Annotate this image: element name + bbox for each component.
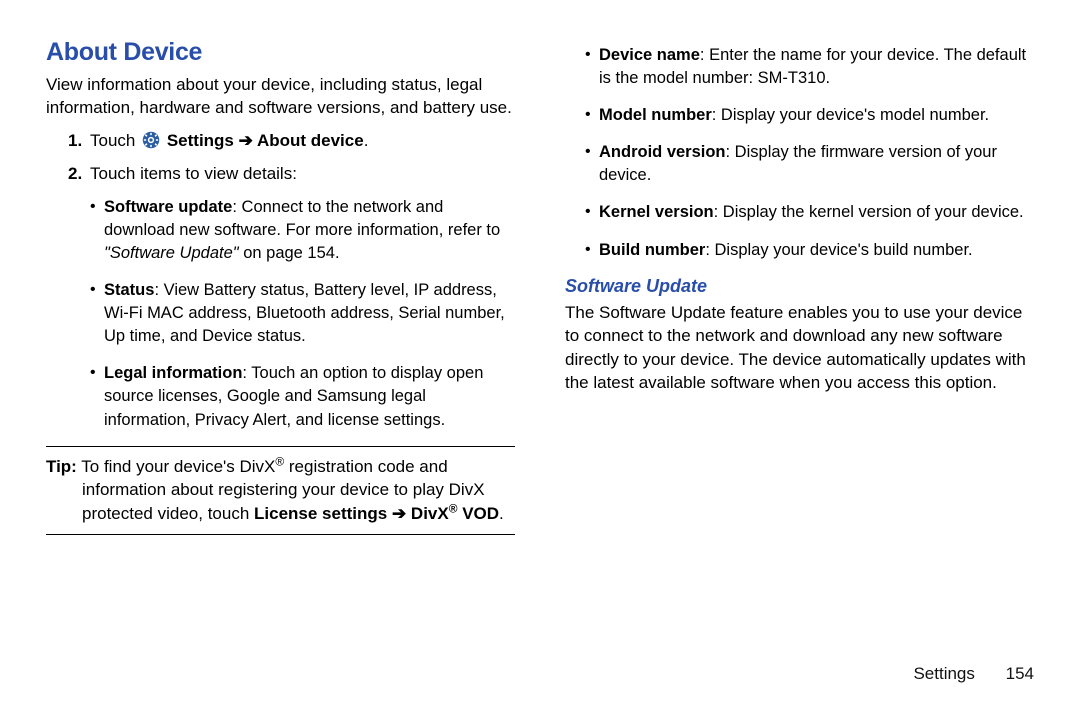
r2-text: : Display your device's model number.	[712, 106, 989, 124]
steps-list: 1. Touch	[46, 130, 515, 186]
r5-label: Build number	[599, 241, 705, 259]
b1-ref: "Software Update"	[104, 244, 239, 262]
tip-label: Tip:	[46, 457, 77, 476]
step2-text: Touch items to view details:	[90, 164, 297, 183]
b1-text2: on page 154.	[239, 244, 340, 262]
step1-prefix: Touch	[90, 131, 140, 150]
b2-text: : View Battery status, Battery level, IP…	[104, 281, 505, 345]
bullet-build-number: Build number: Display your device's buil…	[585, 239, 1034, 262]
right-bullets: Device name: Enter the name for your dev…	[565, 44, 1034, 262]
about-device-heading: About Device	[46, 38, 515, 67]
page-footer: Settings 154	[913, 664, 1034, 684]
b3-label: Legal information	[104, 364, 242, 382]
r5-text: : Display your device's build number.	[705, 241, 972, 259]
bullet-software-update: Software update: Connect to the network …	[90, 196, 515, 265]
r4-text: : Display the kernel version of your dev…	[714, 203, 1024, 221]
footer-chapter: Settings	[913, 664, 974, 683]
tip-bold2: VOD	[457, 504, 499, 523]
settings-gear-icon	[142, 131, 160, 149]
step-number-1: 1.	[68, 130, 82, 153]
tip-l3a: protected video, touch	[82, 504, 254, 523]
step-number-2: 2.	[68, 163, 82, 186]
tip-block: Tip: To find your device's DivX® registr…	[46, 446, 515, 535]
tip-l1a: To find your device's DivX	[77, 457, 276, 476]
tip-l1b: registration code and	[284, 457, 448, 476]
tip-end: .	[499, 504, 504, 523]
b2-label: Status	[104, 281, 154, 299]
bullet-kernel-version: Kernel version: Display the kernel versi…	[585, 201, 1034, 224]
step1-path: Settings ➔ About device	[167, 131, 364, 150]
software-update-body: The Software Update feature enables you …	[565, 301, 1034, 395]
about-device-intro: View information about your device, incl…	[46, 73, 515, 120]
bullet-legal-information: Legal information: Touch an option to di…	[90, 362, 515, 431]
bullet-device-name: Device name: Enter the name for your dev…	[585, 44, 1034, 90]
reg-mark-1: ®	[275, 454, 284, 468]
r4-label: Kernel version	[599, 203, 714, 221]
left-column: About Device View information about your…	[46, 38, 515, 535]
step-1: 1. Touch	[68, 130, 515, 153]
tip-bold1: License settings ➔ DivX	[254, 504, 449, 523]
tip-line2: information about registering your devic…	[46, 478, 515, 502]
r1-label: Device name	[599, 46, 700, 64]
b1-label: Software update	[104, 198, 232, 216]
footer-page-number: 154	[1006, 664, 1034, 683]
right-column: Device name: Enter the name for your dev…	[565, 38, 1034, 535]
r3-label: Android version	[599, 143, 726, 161]
manual-page: About Device View information about your…	[0, 0, 1080, 535]
left-bullets: Software update: Connect to the network …	[46, 196, 515, 432]
bullet-android-version: Android version: Display the firmware ve…	[585, 141, 1034, 187]
r2-label: Model number	[599, 106, 712, 124]
bullet-status: Status: View Battery status, Battery lev…	[90, 279, 515, 348]
step1-suffix: .	[364, 131, 369, 150]
software-update-heading: Software Update	[565, 276, 1034, 297]
step-2: 2. Touch items to view details:	[68, 163, 515, 186]
bullet-model-number: Model number: Display your device's mode…	[585, 104, 1034, 127]
